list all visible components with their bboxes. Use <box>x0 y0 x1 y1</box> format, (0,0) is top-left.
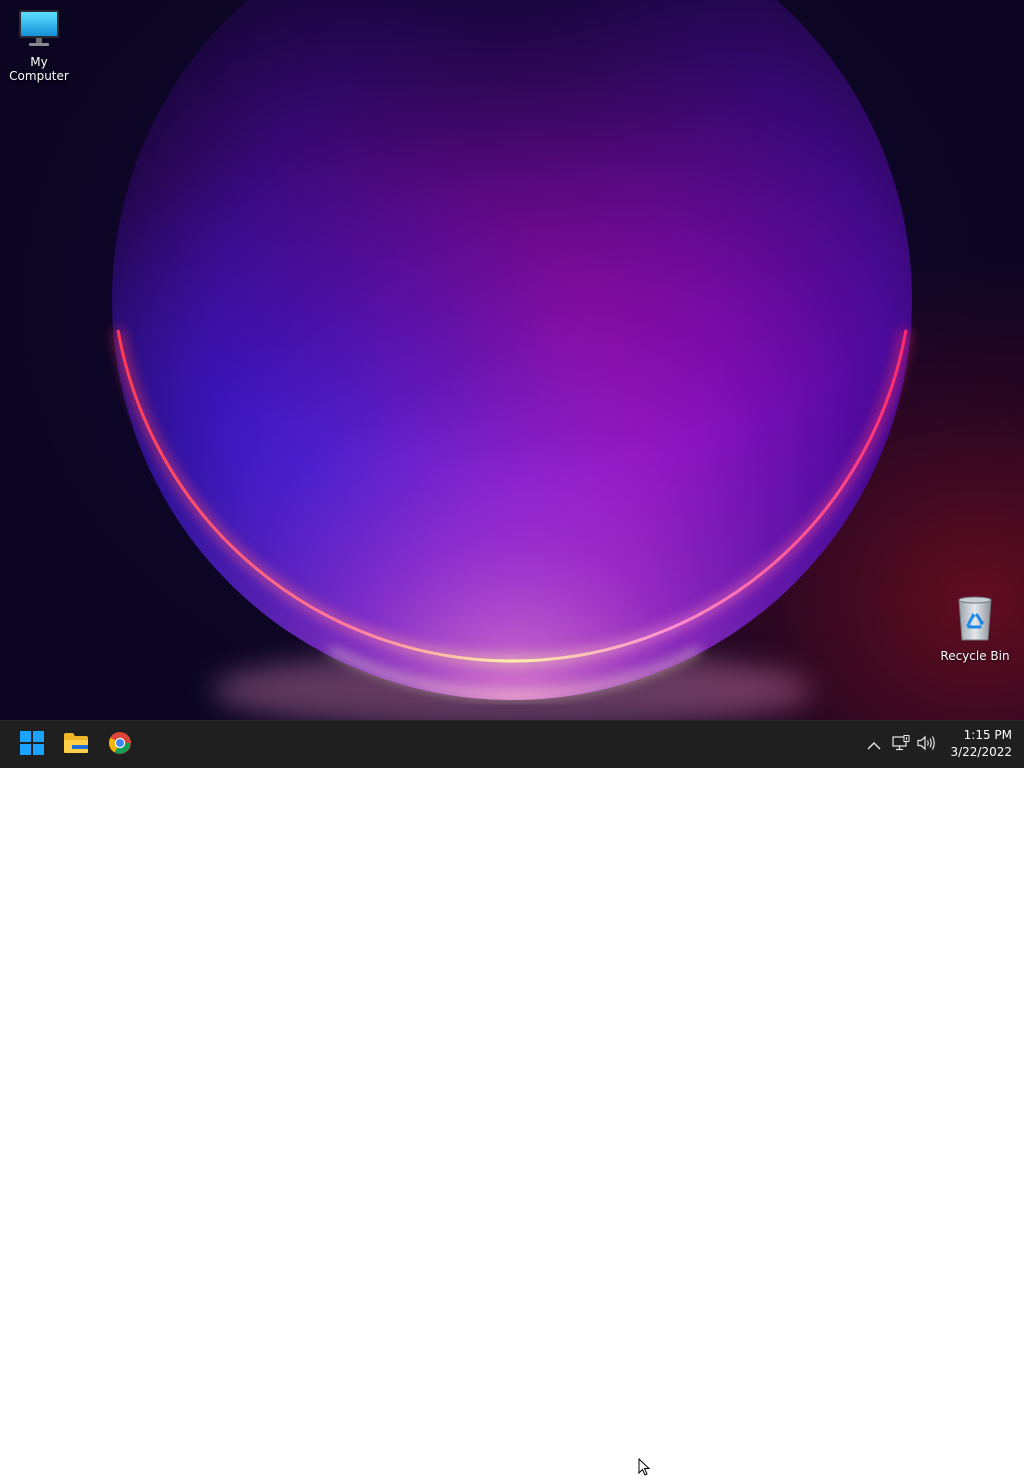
monitor-icon <box>0 8 78 51</box>
network-icon <box>892 735 910 755</box>
desktop-icon-recycle-bin[interactable]: Recycle Bin <box>936 596 1014 663</box>
windows-start-icon <box>20 731 44 759</box>
volume-icon <box>916 735 936 755</box>
wallpaper <box>112 0 912 720</box>
desktop[interactable]: My Computer Recycle Bin <box>0 0 1024 720</box>
file-explorer-button[interactable] <box>56 725 96 765</box>
volume-button[interactable] <box>914 733 938 757</box>
desktop-icon-label: My Computer <box>9 55 69 83</box>
clock-time: 1:15 PM <box>963 728 1012 742</box>
chevron-up-icon <box>867 736 881 755</box>
desktop-icon-label: Recycle Bin <box>940 649 1010 663</box>
chrome-button[interactable] <box>100 725 140 765</box>
clock-date: 3/22/2022 <box>950 745 1012 759</box>
start-button[interactable] <box>12 725 52 765</box>
clock-button[interactable]: 1:15 PM 3/22/2022 <box>942 727 1012 761</box>
show-hidden-icons-button[interactable] <box>862 733 886 757</box>
desktop-icon-my-computer[interactable]: My Computer <box>0 8 78 83</box>
taskbar: 1:15 PM 3/22/2022 <box>0 720 1024 1476</box>
chrome-icon <box>108 731 132 759</box>
network-status-button[interactable] <box>889 733 913 757</box>
recycle-bin-icon <box>936 596 1014 645</box>
file-explorer-icon <box>63 732 89 758</box>
mouse-cursor-icon <box>638 1457 651 1480</box>
